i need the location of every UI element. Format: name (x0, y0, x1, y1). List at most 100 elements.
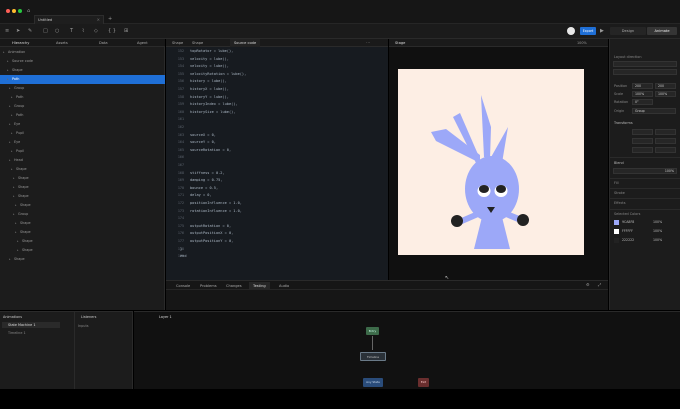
bottom-tab-audio[interactable]: Audio (275, 282, 293, 290)
entry-node[interactable]: Entry (366, 327, 379, 335)
expand-chevron-icon[interactable]: ▸ (13, 174, 15, 183)
code-lines[interactable]: 152 topRotator = lube(), 153 velocity = lub… (166, 49, 388, 279)
code-line[interactable]: stiffness = 0.2, (190, 171, 225, 175)
opacity-field[interactable]: 100% (613, 168, 677, 174)
bone-tool-icon[interactable]: ⌇ (82, 28, 84, 34)
expand-chevron-icon[interactable]: ▸ (9, 138, 11, 147)
color-row[interactable]: 9CA8F8 100% (613, 219, 679, 226)
expand-chevron-icon[interactable]: ▸ (13, 210, 15, 219)
expand-chevron-icon[interactable]: ▸ (7, 75, 9, 84)
hierarchy-row[interactable]: ▸ Shape (0, 201, 165, 210)
rotation-field[interactable]: 0° (632, 99, 653, 105)
tab-assets[interactable]: Assets (52, 39, 72, 47)
avatar[interactable] (567, 27, 575, 35)
expand-chevron-icon[interactable]: ▸ (17, 237, 19, 246)
hierarchy-row[interactable]: ▸ Head (0, 156, 165, 165)
scale-x-field[interactable]: 100% (632, 91, 653, 97)
home-icon[interactable]: ⌂ (27, 8, 30, 14)
hierarchy-row[interactable]: ▸ Path (0, 111, 165, 120)
expand-chevron-icon[interactable]: ▸ (9, 84, 11, 93)
hierarchy-row[interactable]: ▸ Shape (0, 183, 165, 192)
hierarchy-row[interactable]: ▸ Source code (0, 57, 165, 66)
hierarchy-row[interactable]: ▸ Group (0, 102, 165, 111)
hierarchy-row[interactable]: ▸ Path (0, 75, 165, 84)
expand-chevron-icon[interactable]: ▸ (15, 228, 17, 237)
code-line[interactable]: end (180, 254, 187, 258)
expand-chevron-icon[interactable]: ▸ (9, 156, 11, 165)
origin-select[interactable]: Group (632, 108, 676, 114)
expand-chevron-icon[interactable]: ▸ (13, 192, 15, 201)
color-swatch[interactable] (614, 238, 619, 243)
rectangle-tool-icon[interactable]: □ (43, 28, 48, 34)
state-machine-item[interactable]: State Machine 1 (2, 322, 60, 328)
transform-field-4[interactable] (655, 138, 676, 144)
mesh-tool-icon[interactable]: ◇ (94, 28, 98, 34)
transform-field-5[interactable] (632, 147, 653, 153)
hierarchy-row[interactable]: ▸ Shape (0, 165, 165, 174)
layout-field-2[interactable] (613, 69, 677, 75)
layout-field-1[interactable] (613, 61, 677, 67)
code-line[interactable]: delay = 0, (190, 193, 212, 197)
code-line[interactable]: bounce = 0.5, (190, 186, 218, 190)
hierarchy-row[interactable]: ▸ Shape (0, 192, 165, 201)
code-line[interactable]: sourceY = 0, (190, 140, 216, 144)
ellipse-tool-icon[interactable]: ○ (55, 28, 59, 34)
position-y-field[interactable]: 200 (655, 83, 676, 89)
hierarchy-row[interactable]: ▸ Shape (0, 237, 165, 246)
expand-chevron-icon[interactable]: ▸ (7, 57, 9, 66)
code-line[interactable]: velocity = lube(), (190, 57, 229, 61)
hierarchy-row[interactable]: ▸ Shape (0, 246, 165, 255)
export-button[interactable]: Export (580, 27, 596, 35)
expand-chevron-icon[interactable]: ▸ (15, 201, 17, 210)
code-line[interactable]: historySize = lube(), (190, 110, 235, 114)
code-line[interactable]: outputPositionY = 0, (190, 239, 233, 243)
move-tool-icon[interactable]: ➤ (16, 28, 20, 34)
pen-tool-icon[interactable]: ✎ (28, 28, 32, 34)
animate-mode-tab[interactable]: Animate (647, 27, 677, 35)
hierarchy-row[interactable]: ▸ Shape (0, 174, 165, 183)
hierarchy-row[interactable]: ▸ Eye (0, 138, 165, 147)
expand-chevron-icon[interactable]: ▸ (11, 165, 13, 174)
color-row[interactable]: 222222 100% (613, 237, 679, 244)
code-line[interactable]: damping = 0.75, (190, 178, 222, 182)
hierarchy-row[interactable]: ▸ Group (0, 210, 165, 219)
code-line[interactable]: topRotator = lube(), (190, 49, 233, 53)
bottom-tab-changes[interactable]: Changes (222, 282, 246, 290)
transform-field-6[interactable] (655, 147, 676, 153)
transform-field-2[interactable] (655, 129, 676, 135)
code-line[interactable]: velocityRotation = lube(), (190, 72, 246, 76)
code-line[interactable]: historyIndex = lube(), (190, 102, 238, 106)
editor-tab-2[interactable]: Shape (188, 39, 207, 47)
frame-icon[interactable]: ⊞ (124, 28, 128, 34)
position-x-field[interactable]: 200 (632, 83, 653, 89)
expand-chevron-icon[interactable]: ▸ (9, 102, 11, 111)
code-line[interactable]: historyY = lube(), (190, 95, 229, 99)
tab-data[interactable]: Data (95, 39, 112, 47)
code-line[interactable]: history = lube(), (190, 79, 227, 83)
timeline-node[interactable]: Timeline (360, 352, 386, 361)
hierarchy-row[interactable]: ▸ Eye (0, 120, 165, 129)
any-state-node[interactable]: Any State (363, 378, 383, 387)
expand-chevron-icon[interactable]: ▸ (11, 93, 13, 102)
expand-chevron-icon[interactable]: ▸ (11, 129, 13, 138)
bottom-tab-console[interactable]: Console (172, 282, 194, 290)
editor-tab-source[interactable]: Source code (230, 39, 261, 47)
expand-chevron-icon[interactable]: ▸ (15, 219, 17, 228)
code-line[interactable]: outputRotation = 0, (190, 224, 231, 228)
code-line[interactable]: outputPositionX = 0, (190, 231, 233, 235)
hierarchy-row[interactable]: ▸ Animation (0, 48, 165, 57)
code-icon[interactable]: { } (108, 28, 116, 34)
code-line[interactable]: } (180, 247, 182, 251)
expand-chevron-icon[interactable]: ▸ (9, 120, 11, 129)
hierarchy-row[interactable]: ▸ Pupil (0, 147, 165, 156)
bottom-tab-testing[interactable]: Testing (249, 282, 270, 290)
scale-y-field[interactable]: 100% (655, 91, 676, 97)
expand-chevron-icon[interactable]: ▸ (17, 246, 19, 255)
hierarchy-row[interactable]: ▸ Shape (0, 255, 165, 264)
hierarchy-row[interactable]: ▸ Shape (0, 228, 165, 237)
menu-icon[interactable]: ≡ (5, 28, 9, 34)
expand-chevron-icon[interactable]: ▸ (11, 147, 13, 156)
editor-tab-1[interactable]: Shape (168, 39, 187, 47)
code-line[interactable]: rotationInfluence = 1.0, (190, 209, 242, 213)
character-illustration[interactable] (398, 69, 584, 255)
